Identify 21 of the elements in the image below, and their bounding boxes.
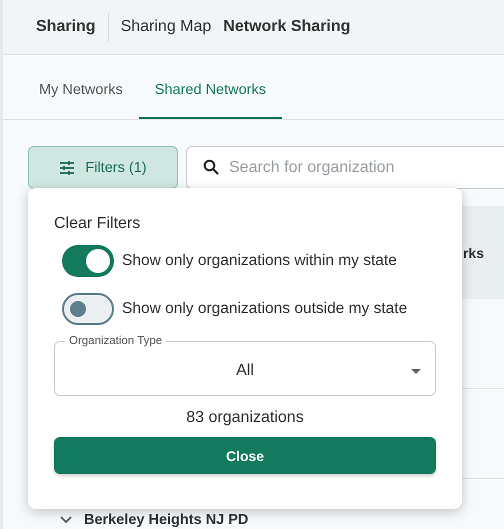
search-icon (203, 159, 219, 175)
column-header: rks (462, 244, 484, 260)
sliders-icon (59, 160, 76, 174)
toggle-switch[interactable] (62, 245, 114, 277)
toggle-label: Show only organizations within my state (122, 252, 397, 270)
clear-filters-link[interactable]: Clear Filters (54, 215, 140, 233)
organization-type-select[interactable]: Organization Type All (54, 334, 436, 396)
organization-count: 83 organizations (186, 409, 304, 427)
tab[interactable]: My Networks (23, 63, 139, 119)
breadcrumb-item: Network Sharing (223, 18, 350, 36)
filters-button[interactable]: Filters (1) (28, 146, 178, 189)
caret-icon (411, 369, 421, 374)
tab[interactable]: Shared Networks (138, 63, 282, 119)
toggle-switch[interactable] (62, 293, 114, 325)
toggle-label: Show only organizations outside my state (122, 300, 408, 318)
chevron-icon[interactable] (60, 516, 72, 524)
search-field[interactable]: Search for organization (186, 146, 504, 189)
close-button[interactable]: Close (54, 437, 436, 474)
breadcrumb-item[interactable]: Sharing Map (120, 18, 212, 36)
organization-name: Berkeley Heights NJ PD (84, 512, 248, 528)
breadcrumb-item: Sharing (36, 18, 96, 36)
